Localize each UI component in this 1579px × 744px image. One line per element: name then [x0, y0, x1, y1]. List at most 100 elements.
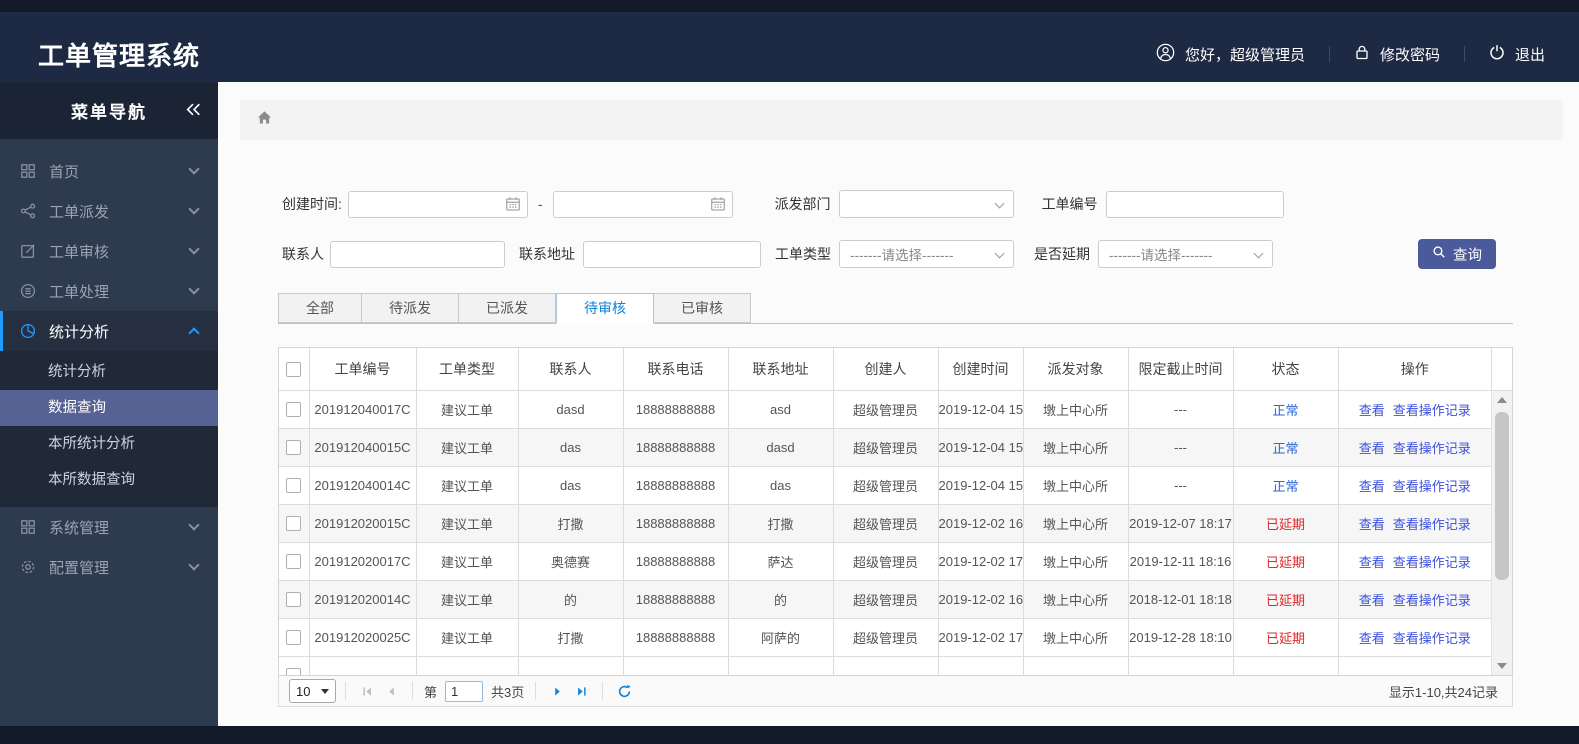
cell-contact — [518, 656, 624, 675]
refresh-button[interactable] — [612, 679, 636, 703]
cell-created: 2019-12-02 16 — [938, 580, 1024, 619]
sidebar-item-label: 工单派发 — [49, 203, 110, 221]
row-checkbox[interactable] — [286, 592, 302, 608]
database-icon — [20, 283, 37, 300]
view-log-link[interactable]: 查看操作记录 — [1393, 403, 1471, 418]
view-link[interactable]: 查看 — [1359, 555, 1385, 570]
order-no-input[interactable] — [1105, 190, 1284, 218]
home-icon[interactable] — [256, 109, 273, 131]
sidebar-subitem[interactable]: 本所数据查询 — [0, 462, 218, 498]
row-checkbox[interactable] — [286, 478, 302, 494]
cell-creator: 超级管理员 — [833, 542, 939, 581]
cell-target: 墩上中心所 — [1023, 504, 1129, 543]
view-link[interactable]: 查看 — [1359, 479, 1385, 494]
address-input[interactable] — [583, 240, 761, 268]
tab-5[interactable]: 已审核 — [654, 293, 751, 323]
view-log-link[interactable]: 查看操作记录 — [1393, 555, 1471, 570]
row-checkbox[interactable] — [286, 402, 302, 418]
dispatch-dept-label: 派发部门 — [774, 196, 831, 212]
sidebar-item-7[interactable]: 配置管理 — [0, 547, 218, 587]
collapse-sidebar-button[interactable] — [185, 102, 202, 117]
view-link[interactable]: 查看 — [1359, 403, 1385, 418]
table-row: 201912020014C 建议工单的 18888888888 的超级管理员 2019-… — [279, 580, 1491, 619]
view-log-link[interactable]: 查看操作记录 — [1393, 517, 1471, 532]
order-type-select[interactable]: -------请选择------- — [839, 240, 1014, 268]
select-all-cell — [279, 348, 310, 391]
sidebar-item-3[interactable]: 工单审核 — [0, 231, 218, 271]
calendar-icon[interactable] — [710, 196, 726, 215]
view-log-link[interactable]: 查看操作记录 — [1393, 441, 1471, 456]
cell-contact: 打撒 — [518, 618, 624, 657]
cell-created: 2019-12-02 17 — [938, 618, 1024, 657]
chevron-down-icon — [188, 559, 200, 571]
tab-1[interactable]: 全部 — [278, 293, 362, 323]
cell-target: 墩上中心所 — [1023, 542, 1129, 581]
sidebar-subitem[interactable]: 统计分析 — [0, 354, 218, 390]
sidebar-item-6[interactable]: 系统管理 — [0, 507, 218, 547]
scroll-thumb[interactable] — [1495, 412, 1509, 580]
logout-button[interactable]: 退出 — [1489, 44, 1545, 65]
create-time-from-input[interactable] — [347, 190, 528, 218]
sidebar-subitem[interactable]: 数据查询 — [0, 390, 218, 426]
sidebar-item-4[interactable]: 工单处理 — [0, 271, 218, 311]
page-number-input[interactable] — [445, 680, 484, 702]
user-greeting[interactable]: 您好，超级管理员 — [1156, 43, 1305, 66]
cell-address: 阿萨的 — [728, 618, 834, 657]
cell-address: 萨达 — [728, 542, 834, 581]
column-header-8: 派发对象 — [1023, 348, 1129, 391]
row-checkbox[interactable] — [286, 630, 302, 646]
view-log-link[interactable]: 查看操作记录 — [1393, 593, 1471, 608]
cell-order_no: 201912040015C — [309, 428, 417, 467]
sidebar-item-1[interactable]: 首页 — [0, 151, 218, 191]
view-link[interactable]: 查看 — [1359, 593, 1385, 608]
dispatch-dept-select[interactable] — [838, 190, 1014, 218]
last-page-button[interactable] — [569, 679, 593, 703]
cell-phone: 18888888888 — [623, 618, 729, 657]
view-log-link[interactable]: 查看操作记录 — [1393, 631, 1471, 646]
scroll-down-arrow[interactable] — [1497, 663, 1507, 669]
row-checkbox[interactable] — [286, 516, 302, 532]
vertical-scrollbar[interactable] — [1491, 391, 1512, 675]
scroll-up-arrow[interactable] — [1497, 397, 1507, 403]
view-link[interactable]: 查看 — [1359, 631, 1385, 646]
view-link[interactable]: 查看 — [1359, 441, 1385, 456]
sidebar-subitem[interactable]: 本所统计分析 — [0, 426, 218, 462]
row-checkbox-cell — [279, 504, 310, 543]
row-checkbox-cell — [279, 656, 310, 675]
chevron-down-icon — [1253, 248, 1264, 259]
row-checkbox-cell — [279, 580, 310, 619]
page-size-select[interactable]: 10 — [289, 679, 336, 703]
tab-4[interactable]: 待审核 — [556, 293, 654, 324]
sidebar-item-5[interactable]: 统计分析 — [0, 311, 218, 351]
contact-input[interactable] — [330, 240, 505, 268]
cell-actions: 查看 查看操作记录 — [1338, 542, 1491, 581]
search-button[interactable]: 查询 — [1418, 239, 1496, 269]
pie-chart-icon — [20, 323, 37, 340]
tab-3[interactable]: 已派发 — [459, 293, 556, 323]
delay-select[interactable]: -------请选择------- — [1098, 240, 1273, 268]
sidebar: 菜单导航 首页 工单派发 工单审核 工单处理 统计分析 统计分析 数据查询 本所统计分析 本所数… — [0, 82, 218, 726]
cell-order_no: 201912020015C — [309, 504, 417, 543]
page-footer — [0, 726, 1579, 744]
cell-order_no: 201912040014C — [309, 466, 417, 505]
cell-actions: 查看 查看操作记录 — [1338, 580, 1491, 619]
tab-2[interactable]: 待派发 — [362, 293, 459, 323]
cell-target: 墩上中心所 — [1023, 390, 1129, 429]
row-checkbox[interactable] — [286, 440, 302, 456]
select-all-checkbox[interactable] — [286, 362, 302, 378]
create-time-to-input[interactable] — [552, 190, 733, 218]
sidebar-item-2[interactable]: 工单派发 — [0, 191, 218, 231]
cell-type: 建议工单 — [416, 390, 519, 429]
chevron-down-icon — [188, 283, 200, 295]
change-password-button[interactable]: 修改密码 — [1354, 44, 1440, 65]
row-checkbox[interactable] — [286, 554, 302, 570]
prev-page-button[interactable] — [379, 679, 403, 703]
calendar-icon[interactable] — [505, 196, 521, 215]
next-page-button[interactable] — [545, 679, 569, 703]
view-link[interactable]: 查看 — [1359, 517, 1385, 532]
first-page-button[interactable] — [355, 679, 379, 703]
cell-order_no: 201912040017C — [309, 390, 417, 429]
view-log-link[interactable]: 查看操作记录 — [1393, 479, 1471, 494]
row-checkbox[interactable] — [286, 668, 302, 675]
cell-phone: 18888888888 — [623, 580, 729, 619]
